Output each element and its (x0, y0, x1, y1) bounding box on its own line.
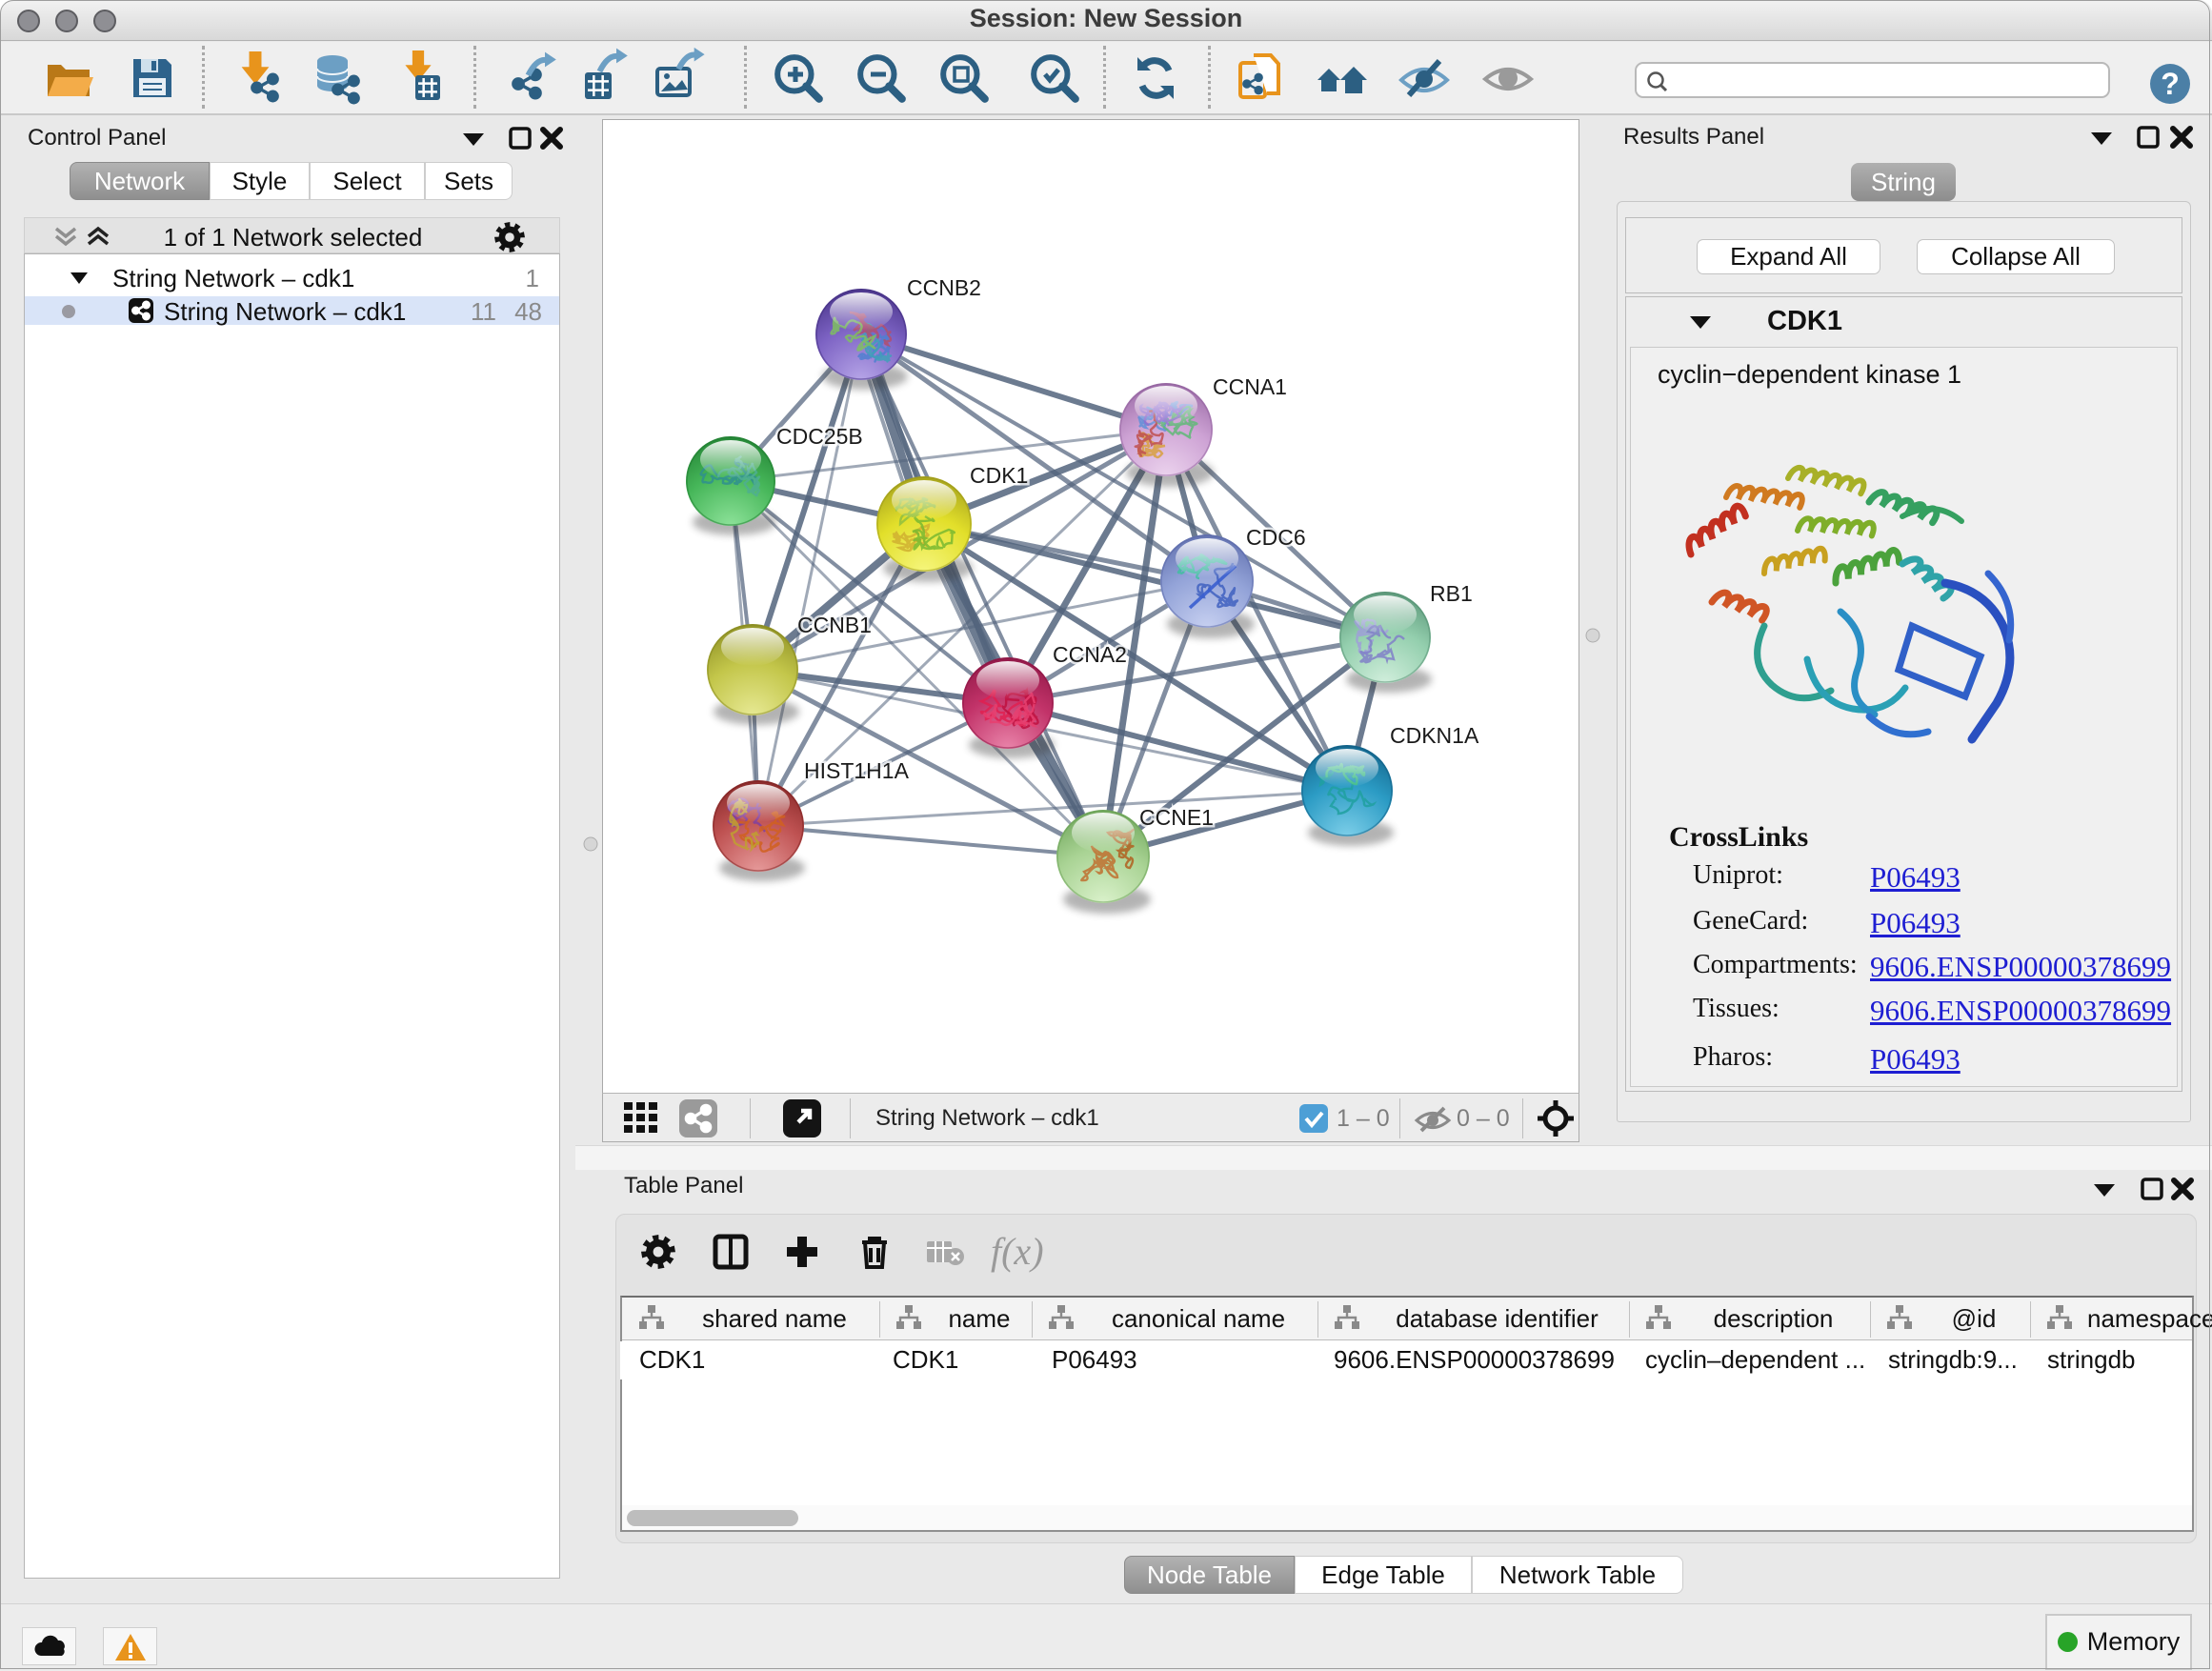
svg-text:CCNB2: CCNB2 (907, 275, 981, 300)
svg-text:CCNB1: CCNB1 (797, 613, 872, 637)
svg-text:RB1: RB1 (1430, 581, 1473, 606)
svg-text:CDK1: CDK1 (970, 463, 1028, 488)
svg-text:CDC6: CDC6 (1246, 525, 1306, 550)
svg-text:HIST1H1A: HIST1H1A (804, 758, 910, 783)
svg-text:CCNA2: CCNA2 (1053, 642, 1127, 667)
svg-text:CCNA1: CCNA1 (1213, 374, 1287, 399)
svg-text:?: ? (2161, 67, 2180, 101)
svg-text:CDC25B: CDC25B (776, 424, 863, 449)
svg-text:CCNE1: CCNE1 (1139, 805, 1214, 830)
svg-text:CDKN1A: CDKN1A (1390, 723, 1479, 748)
